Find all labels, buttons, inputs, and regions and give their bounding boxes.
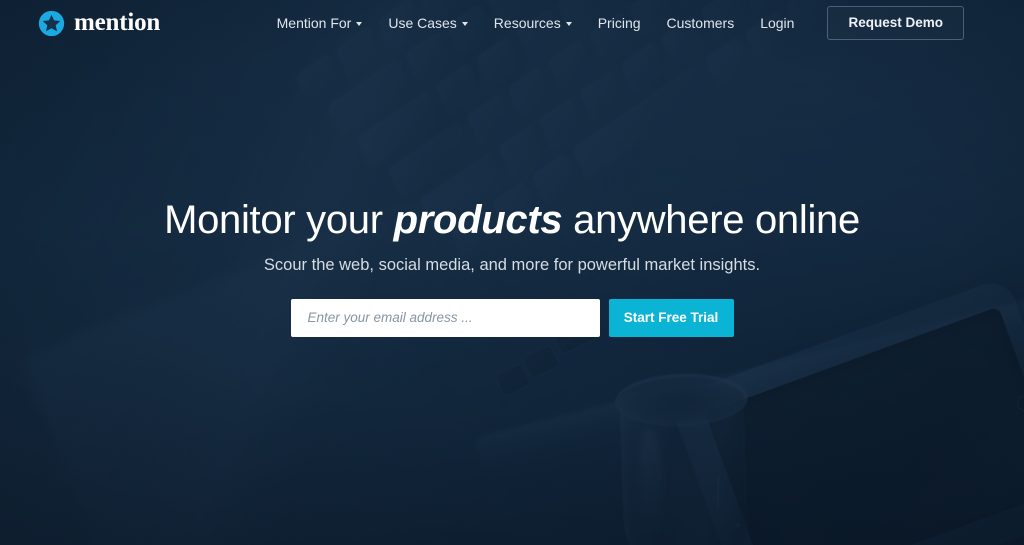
site-header: mention Mention For Use Cases Resources …: [0, 0, 1024, 46]
star-in-circle-icon: [38, 10, 65, 36]
headline-emphasis: products: [393, 198, 563, 242]
signup-form: Start Free Trial: [290, 298, 734, 337]
nav-item-resources[interactable]: Resources: [481, 10, 585, 36]
nav-label: Use Cases: [388, 15, 457, 31]
main-navigation: Mention For Use Cases Resources Pricing …: [264, 6, 964, 40]
nav-label: Mention For: [276, 15, 352, 31]
chevron-down-icon: [565, 22, 572, 26]
nav-item-customers[interactable]: Customers: [654, 10, 748, 36]
landing-page: mention Mention For Use Cases Resources …: [0, 0, 1024, 545]
email-field[interactable]: [290, 298, 600, 337]
headline-part-after: anywhere online: [562, 198, 860, 242]
nav-item-mention-for[interactable]: Mention For: [264, 10, 376, 36]
hero-section: Monitor your products anywhere online Sc…: [0, 0, 1024, 545]
chevron-down-icon: [461, 22, 468, 26]
nav-label: Pricing: [597, 15, 641, 31]
brand-name: mention: [74, 8, 161, 36]
nav-label: Login: [760, 15, 795, 31]
nav-label: Resources: [493, 15, 561, 31]
page-title: Monitor your products anywhere online: [164, 198, 860, 243]
chevron-down-icon: [356, 22, 363, 26]
nav-item-use-cases[interactable]: Use Cases: [375, 10, 480, 36]
nav-label: Customers: [666, 15, 735, 31]
request-demo-button[interactable]: Request Demo: [827, 6, 964, 40]
nav-item-login[interactable]: Login: [747, 10, 807, 36]
start-free-trial-button[interactable]: Start Free Trial: [608, 298, 734, 337]
nav-item-pricing[interactable]: Pricing: [585, 10, 654, 36]
brand-logo-link[interactable]: mention: [38, 10, 160, 37]
hero-subheadline: Scour the web, social media, and more fo…: [263, 255, 761, 274]
headline-part-before: Monitor your: [164, 198, 394, 242]
